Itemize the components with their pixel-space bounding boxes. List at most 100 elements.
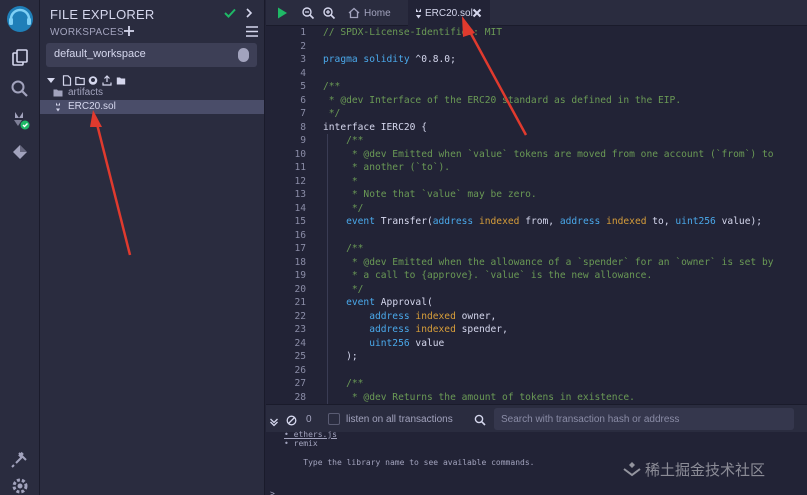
workspaces-label: WORKSPACES: [50, 27, 124, 38]
remix-logo-icon[interactable]: [5, 4, 35, 34]
code-token: // SPDX-License-Identifier: MIT: [323, 27, 503, 38]
code-line: 10 * @dev Emitted when `value` tokens ar…: [266, 149, 807, 163]
code-token: * @dev Emitted when `value` tokens are m…: [323, 148, 774, 160]
code-line: 26: [266, 365, 807, 379]
code-token: uint256: [675, 216, 722, 227]
code-token: spender,: [461, 324, 508, 335]
code-editor[interactable]: 1// SPDX-License-Identifier: MIT 2 3 pragma…: [266, 26, 807, 404]
tab-home[interactable]: Home: [342, 0, 406, 26]
search-icon: [474, 413, 486, 426]
run-play-icon[interactable]: [275, 6, 289, 20]
code-line: 5 /**: [266, 81, 807, 95]
line-number: 12: [294, 175, 306, 187]
line-text: interface IERC20 {: [323, 122, 427, 133]
code-token: * @dev Interface of the ERC20 standard a…: [323, 94, 682, 106]
code-token: * a call to {approve}. `value` is the ne…: [323, 270, 653, 281]
settings-gear-icon[interactable]: [10, 476, 30, 495]
terminal-prompt[interactable]: >: [270, 489, 275, 495]
line-text: */: [323, 108, 341, 119]
caret-down-icon[interactable]: [46, 73, 56, 84]
upload-folder-icon[interactable]: [116, 73, 126, 85]
editor-tab-bar: Home ERC20.sol: [266, 0, 807, 26]
deploy-run-icon[interactable]: [10, 142, 30, 162]
line-number: 28: [294, 391, 306, 403]
line-number: 27: [294, 378, 306, 389]
juejin-logo-icon: [622, 461, 642, 481]
file-explorer-icon[interactable]: [10, 48, 30, 68]
code-token: /**: [323, 243, 364, 254]
code-token: address: [432, 216, 479, 227]
terminal-line[interactable]: • ethers.js: [284, 430, 337, 439]
code-token: indexed: [606, 216, 653, 227]
line-text: uint256 value: [323, 338, 444, 349]
code-line: 9 /**: [266, 135, 807, 149]
tab-label: Home: [364, 8, 391, 19]
code-token: owner,: [461, 310, 497, 322]
new-file-icon[interactable]: [62, 73, 72, 86]
code-line: 23 address indexed spender,: [266, 324, 807, 338]
code-line: 21 event Approval(: [266, 297, 807, 311]
tab-erc20-sol[interactable]: ERC20.sol: [408, 0, 490, 26]
tree-item-label: artifacts: [68, 87, 104, 98]
tree-item-erc20-sol[interactable]: ERC20.sol: [40, 100, 264, 114]
file-tree-toolbar: [46, 73, 146, 86]
select-caret-icon: [238, 48, 249, 62]
code-line: 18 * @dev Emitted when the allowance of …: [266, 257, 807, 271]
line-number: 18: [294, 256, 306, 268]
line-number: 15: [294, 216, 306, 227]
line-text: event Transfer(address indexed from, add…: [323, 216, 762, 227]
code-token: address: [323, 324, 416, 335]
line-number: 25: [294, 351, 306, 362]
zoom-in-icon[interactable]: [322, 6, 336, 20]
line-number: 11: [294, 162, 306, 173]
solidity-compiler-icon[interactable]: [10, 110, 30, 130]
line-text: *: [323, 176, 358, 187]
listen-all-checkbox[interactable]: [328, 413, 340, 425]
tree-item-artifacts[interactable]: artifacts: [40, 86, 264, 100]
close-tab-icon[interactable]: [472, 8, 482, 18]
code-token: uint256: [323, 337, 416, 349]
workspace-select[interactable]: default_workspace: [46, 43, 257, 67]
plugin-manager-icon[interactable]: [10, 449, 30, 469]
github-icon[interactable]: [88, 73, 98, 85]
code-line: 14 */: [266, 203, 807, 217]
upload-icon[interactable]: [102, 73, 112, 86]
code-token: pragma solidity: [323, 54, 416, 65]
zoom-out-icon[interactable]: [301, 6, 315, 20]
code-token: */: [323, 108, 341, 119]
hamburger-menu-icon[interactable]: [245, 25, 259, 38]
code-line: 28 * @dev Returns the amount of tokens i…: [266, 392, 807, 405]
line-text: address indexed owner,: [323, 311, 496, 322]
terminal-line: • remix: [284, 439, 318, 448]
code-token: /**: [323, 378, 364, 389]
code-token: * @dev Returns the amount of tokens in e…: [323, 391, 635, 403]
watermark-text: 稀土掘金技术社区: [645, 461, 766, 479]
line-number: 21: [294, 297, 306, 308]
clear-console-icon[interactable]: [286, 413, 297, 426]
code-line: 22 address indexed owner,: [266, 311, 807, 325]
line-text: * another (`to`).: [323, 162, 450, 173]
add-workspace-plus-icon[interactable]: [122, 24, 136, 38]
code-token: */: [323, 283, 364, 295]
line-text: * @dev Emitted when the allowance of a `…: [323, 257, 774, 268]
home-icon: [348, 7, 360, 19]
line-number: 22: [294, 310, 306, 322]
code-line: 24 uint256 value: [266, 338, 807, 352]
line-number: 26: [294, 364, 306, 376]
chevron-down-icon[interactable]: [269, 414, 279, 427]
code-line: 17 /**: [266, 243, 807, 257]
line-text: event Approval(: [323, 297, 433, 308]
transaction-search-input[interactable]: [494, 408, 794, 430]
listen-all-label: listen on all transactions: [346, 414, 453, 425]
search-icon[interactable]: [10, 79, 30, 99]
line-number: 23: [294, 324, 306, 335]
line-number: 7: [300, 108, 306, 119]
chevron-right-icon[interactable]: [243, 6, 255, 20]
code-line: 20 */: [266, 284, 807, 298]
code-line: 11 * another (`to`).: [266, 162, 807, 176]
code-token: * @dev Emitted when the allowance of a `…: [323, 256, 774, 268]
panel-title: FILE EXPLORER: [50, 7, 155, 22]
code-line: 19 * a call to {approve}. `value` is the…: [266, 270, 807, 284]
line-number: 16: [294, 229, 306, 241]
new-folder-icon[interactable]: [75, 73, 85, 86]
